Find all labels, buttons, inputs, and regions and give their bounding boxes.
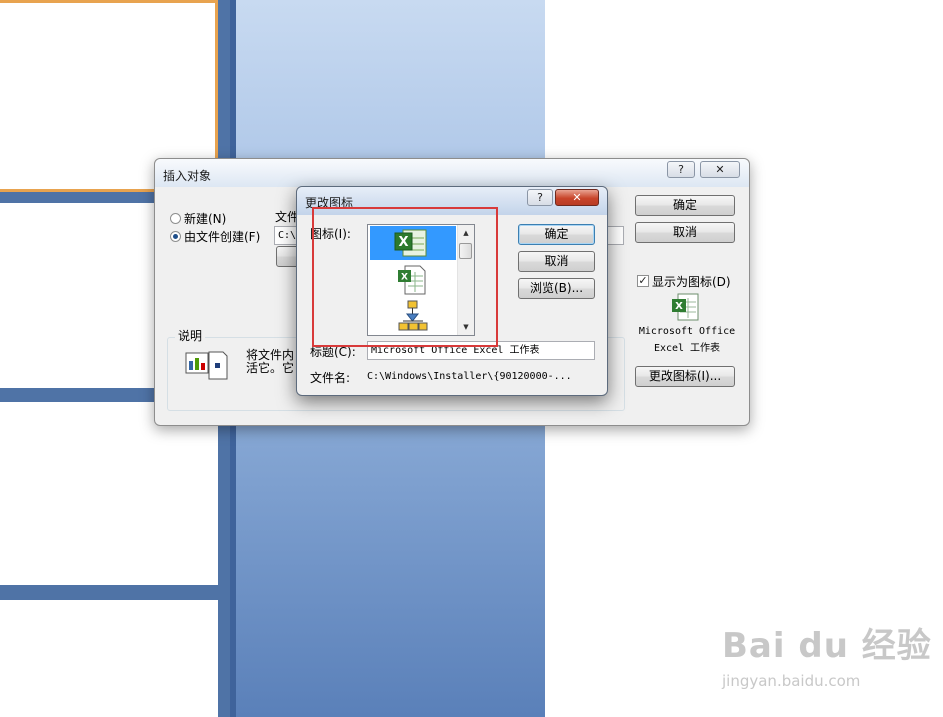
close-button[interactable]: ✕ <box>555 189 599 206</box>
result-group-title: 说明 <box>175 327 206 344</box>
filename-label: 文件名: <box>310 371 351 385</box>
watermark-url: jingyan.baidu.com <box>722 672 861 690</box>
icon-caption-line1: Microsoft Office <box>638 326 736 337</box>
svg-text:X: X <box>675 301 683 312</box>
radio-from-file-label: 由文件创建(F) <box>184 230 261 244</box>
filename-value: C:\Windows\Installer\{90120000-... <box>367 371 572 382</box>
ok-button[interactable]: 确定 <box>518 224 595 245</box>
radio-new-label: 新建(N) <box>184 212 227 226</box>
radio-new[interactable] <box>170 213 181 224</box>
ok-button[interactable]: 确定 <box>635 195 735 216</box>
help-button[interactable]: ? <box>527 189 553 206</box>
slide-thumbnail-4[interactable] <box>0 600 218 717</box>
cancel-button[interactable]: 取消 <box>635 222 735 243</box>
highlight-box <box>312 207 498 347</box>
help-button[interactable]: ? <box>667 161 695 178</box>
display-as-icon-label: 显示为图标(D) <box>652 275 731 289</box>
browse-button[interactable]: 浏览(B)... <box>518 278 595 299</box>
radio-from-file[interactable] <box>170 231 181 242</box>
slide-thumbnail-3[interactable] <box>0 402 218 585</box>
result-text-line2: 活它。它 <box>246 361 295 375</box>
insert-object-titlebar: 插入对象 ? ✕ <box>155 159 749 187</box>
close-button[interactable]: ✕ <box>700 161 740 178</box>
dialog-title: 插入对象 <box>163 169 212 183</box>
baidu-watermark: Bai du 经验 jingyan.baidu.com <box>722 618 932 690</box>
cancel-button[interactable]: 取消 <box>518 251 595 272</box>
display-as-icon-checkbox[interactable]: ✓ <box>637 275 649 287</box>
watermark-logo: Bai du 经验 <box>722 626 932 666</box>
result-object-icon <box>185 351 228 380</box>
icon-caption-line2: Excel 工作表 <box>653 343 721 354</box>
change-icon-button[interactable]: 更改图标(I)... <box>635 366 735 387</box>
excel-preview-icon: X <box>672 293 699 321</box>
